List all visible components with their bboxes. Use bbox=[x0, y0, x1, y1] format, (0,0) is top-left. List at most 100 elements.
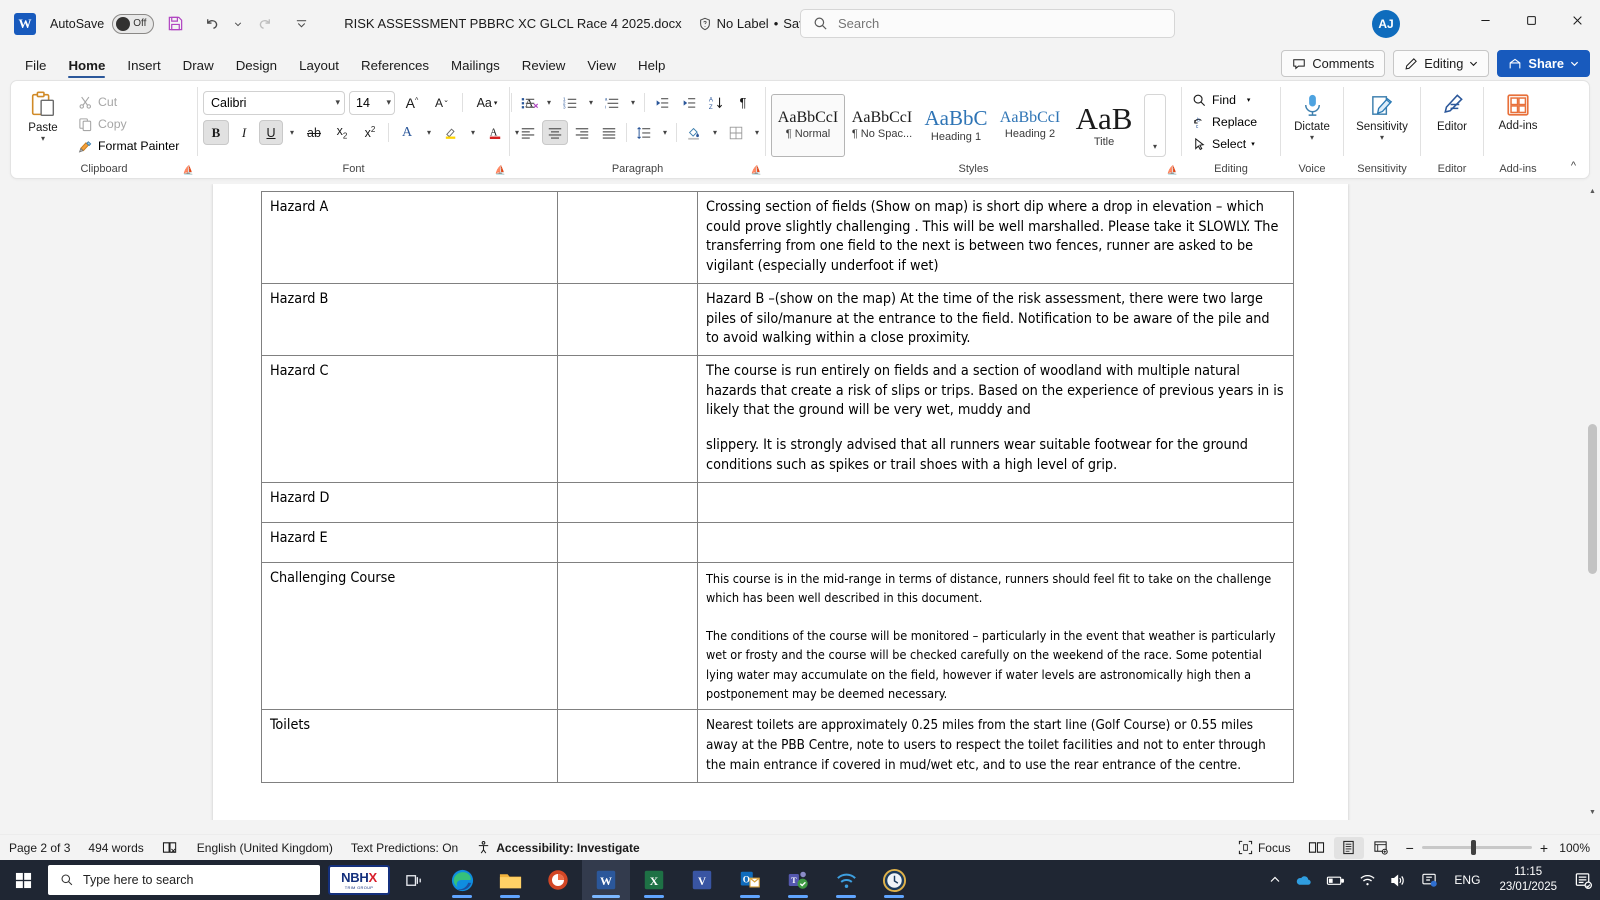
input-language-indicator[interactable]: ENG bbox=[1445, 873, 1489, 887]
zoom-thumb[interactable] bbox=[1470, 840, 1476, 855]
select-button[interactable]: Select ▾ bbox=[1187, 133, 1260, 155]
paragraph-dialog-launcher[interactable]: ⛵ bbox=[751, 165, 762, 176]
taskbar-wifi-app[interactable] bbox=[822, 860, 870, 900]
row-label-cell[interactable]: Hazard B bbox=[261, 282, 558, 357]
decrease-indent-button[interactable] bbox=[649, 90, 675, 115]
editing-mode-button[interactable]: Editing bbox=[1393, 50, 1490, 77]
autosave-toggle[interactable]: Off bbox=[112, 13, 155, 34]
zoom-level-label[interactable]: 100% bbox=[1556, 841, 1590, 855]
multilevel-list-dropdown-icon[interactable]: ▾ bbox=[626, 90, 640, 115]
page-number-indicator[interactable]: Page 2 of 3 bbox=[0, 837, 79, 859]
word-count-indicator[interactable]: 494 words bbox=[79, 837, 152, 859]
increase-indent-button[interactable] bbox=[676, 90, 702, 115]
dictate-dropdown-icon[interactable]: ▾ bbox=[1310, 133, 1314, 142]
align-left-button[interactable] bbox=[515, 120, 541, 145]
onedrive-tray-icon[interactable] bbox=[1288, 860, 1319, 900]
row-middle-cell[interactable] bbox=[557, 709, 698, 783]
document-page[interactable]: Hazard A Crossing section of fields (Sho… bbox=[213, 184, 1348, 820]
copy-button[interactable]: Copy bbox=[73, 113, 184, 135]
tab-insert[interactable]: Insert bbox=[116, 54, 171, 80]
taskbar-excel[interactable]: X bbox=[630, 860, 678, 900]
maximize-button[interactable] bbox=[1508, 0, 1554, 40]
taskbar-word[interactable]: W bbox=[582, 860, 630, 900]
row-middle-cell[interactable] bbox=[557, 561, 698, 711]
row-middle-cell[interactable] bbox=[557, 481, 698, 523]
scroll-up-button[interactable]: ▲ bbox=[1585, 184, 1600, 199]
proofing-status-button[interactable] bbox=[153, 837, 188, 859]
row-description-cell[interactable]: Crossing section of fields (Show on map)… bbox=[697, 191, 1294, 284]
tab-layout[interactable]: Layout bbox=[288, 54, 350, 80]
tab-review[interactable]: Review bbox=[511, 54, 577, 80]
table-row[interactable]: Challenging Course This course is in the… bbox=[261, 561, 1294, 711]
numbered-list-button[interactable]: 1 2 3 bbox=[557, 90, 583, 115]
taskbar-file-explorer[interactable] bbox=[486, 860, 534, 900]
undo-dropdown-icon[interactable] bbox=[232, 9, 244, 39]
wifi-tray-icon[interactable] bbox=[1352, 860, 1383, 900]
bold-button[interactable]: B bbox=[203, 120, 229, 145]
table-row[interactable]: Hazard A Crossing section of fields (Sho… bbox=[261, 191, 1294, 284]
text-highlight-color-button[interactable] bbox=[438, 120, 464, 145]
sensitivity-button[interactable]: Sensitivity ▾ bbox=[1349, 89, 1415, 142]
strikethrough-button[interactable]: ab bbox=[301, 120, 327, 145]
table-row[interactable]: Hazard D bbox=[261, 481, 1294, 523]
paste-dropdown-icon[interactable]: ▾ bbox=[41, 134, 45, 143]
text-effects-button[interactable]: A bbox=[394, 120, 420, 145]
account-avatar[interactable]: AJ bbox=[1372, 10, 1400, 38]
numbered-list-dropdown-icon[interactable]: ▾ bbox=[584, 90, 598, 115]
tab-draw[interactable]: Draw bbox=[172, 54, 225, 80]
vertical-scrollbar[interactable]: ▲ ▼ bbox=[1585, 184, 1600, 820]
underline-dropdown-icon[interactable]: ▾ bbox=[285, 120, 299, 145]
row-description-cell[interactable] bbox=[697, 481, 1294, 523]
shading-button[interactable] bbox=[681, 120, 707, 145]
tab-mailings[interactable]: Mailings bbox=[440, 54, 511, 80]
row-description-cell[interactable] bbox=[697, 521, 1294, 563]
tab-file[interactable]: File bbox=[14, 54, 57, 80]
web-layout-button[interactable] bbox=[1366, 837, 1396, 859]
multilevel-list-button[interactable]: a i bbox=[599, 90, 625, 115]
sort-button[interactable]: A Z bbox=[703, 90, 729, 115]
scroll-down-button[interactable]: ▼ bbox=[1585, 805, 1600, 820]
taskbar-clock-app[interactable] bbox=[870, 860, 918, 900]
taskbar-outlook[interactable]: O bbox=[726, 860, 774, 900]
replace-button[interactable]: b c Replace bbox=[1187, 111, 1262, 133]
borders-button[interactable] bbox=[723, 120, 749, 145]
font-color-button[interactable]: A bbox=[482, 120, 508, 145]
zoom-slider[interactable]: − + 100% bbox=[1406, 840, 1590, 856]
share-button[interactable]: Share bbox=[1497, 50, 1590, 77]
style-title[interactable]: AaB Title bbox=[1067, 94, 1141, 157]
collapse-ribbon-button[interactable]: ^ bbox=[1566, 158, 1581, 174]
font-name-combobox[interactable]: Calibri ▾ bbox=[203, 90, 345, 115]
change-case-button[interactable]: Aa ▾ bbox=[470, 90, 504, 115]
style-no-spacing[interactable]: AaBbCcI ¶ No Spac... bbox=[845, 94, 919, 157]
font-size-combobox[interactable]: 14 ▾ bbox=[349, 90, 395, 115]
editor-button[interactable]: Editor bbox=[1426, 89, 1478, 134]
row-description-cell[interactable]: Hazard B –(show on the map) At the time … bbox=[697, 282, 1294, 357]
taskbar-clock[interactable]: 11:15 23/01/2025 bbox=[1489, 860, 1567, 900]
bullet-list-button[interactable] bbox=[515, 90, 541, 115]
task-view-button[interactable] bbox=[390, 860, 438, 900]
row-description-cell[interactable]: This course is in the mid-range in terms… bbox=[697, 561, 1294, 711]
italic-button[interactable]: I bbox=[231, 120, 257, 145]
row-label-cell[interactable]: Hazard A bbox=[261, 191, 558, 284]
minimize-button[interactable] bbox=[1462, 0, 1508, 40]
row-description-cell[interactable]: The course is run entirely on fields and… bbox=[697, 355, 1294, 483]
decrease-font-size-button[interactable]: A⌄ bbox=[429, 90, 455, 115]
align-center-button[interactable] bbox=[542, 120, 568, 145]
row-middle-cell[interactable] bbox=[557, 282, 698, 357]
row-label-cell[interactable]: Challenging Course bbox=[261, 561, 558, 711]
format-painter-button[interactable]: Format Painter bbox=[73, 135, 184, 157]
tab-design[interactable]: Design bbox=[225, 54, 288, 80]
table-row[interactable]: Hazard E bbox=[261, 521, 1294, 563]
justify-button[interactable] bbox=[596, 120, 622, 145]
styles-dialog-launcher[interactable]: ⛵ bbox=[1167, 165, 1178, 176]
row-label-cell[interactable]: Toilets bbox=[261, 709, 558, 783]
superscript-button[interactable]: x2 bbox=[357, 120, 383, 145]
borders-dropdown-icon[interactable]: ▾ bbox=[750, 120, 764, 145]
text-predictions-indicator[interactable]: Text Predictions: On bbox=[342, 837, 467, 859]
underline-button[interactable]: U bbox=[259, 120, 283, 145]
zoom-in-button[interactable]: + bbox=[1540, 840, 1548, 856]
tab-help[interactable]: Help bbox=[627, 54, 676, 80]
taskbar-powerpoint[interactable] bbox=[534, 860, 582, 900]
bullet-list-dropdown-icon[interactable]: ▾ bbox=[542, 90, 556, 115]
highlight-color-dropdown-icon[interactable]: ▾ bbox=[466, 120, 480, 145]
